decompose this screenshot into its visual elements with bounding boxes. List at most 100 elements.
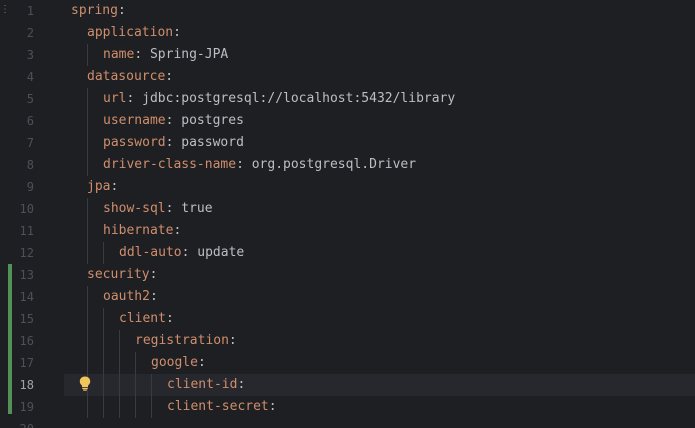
code-line[interactable]: google: bbox=[71, 352, 695, 374]
code-line[interactable]: url: jdbc:postgresql://localhost:5432/li… bbox=[71, 88, 695, 110]
code-line[interactable]: jpa: bbox=[71, 176, 695, 198]
yaml-value: postgres bbox=[181, 113, 244, 128]
code-editor[interactable]: ⋮ 1234567891011121314151617181920 spring… bbox=[0, 0, 695, 428]
indent-guide bbox=[87, 44, 88, 66]
line-number[interactable]: 16 bbox=[0, 330, 34, 352]
indent-guide bbox=[119, 330, 120, 352]
yaml-colon: : bbox=[165, 201, 174, 216]
code-line[interactable]: datasource: bbox=[71, 66, 695, 88]
indent-guide bbox=[135, 352, 136, 374]
indent-guide bbox=[103, 330, 104, 352]
indent-guide bbox=[103, 374, 104, 396]
yaml-colon: : bbox=[165, 311, 174, 326]
yaml-colon: : bbox=[126, 91, 135, 106]
code-line[interactable]: application: bbox=[71, 22, 695, 44]
line-number[interactable]: 12 bbox=[0, 242, 34, 264]
indent-guide bbox=[87, 198, 88, 220]
indent-guide bbox=[119, 352, 120, 374]
yaml-key: ddl-auto bbox=[119, 245, 182, 260]
indent-guide bbox=[119, 396, 120, 418]
line-number[interactable]: 3 bbox=[0, 44, 34, 66]
yaml-key: password bbox=[103, 135, 166, 150]
yaml-value: jdbc:postgresql://localhost:5432/library bbox=[142, 91, 456, 106]
vcs-change-marker[interactable] bbox=[8, 264, 12, 414]
line-number[interactable]: 8 bbox=[0, 154, 34, 176]
code-line[interactable]: password: password bbox=[71, 132, 695, 154]
yaml-colon: : bbox=[173, 223, 182, 238]
indent-guide bbox=[135, 396, 136, 418]
yaml-colon: : bbox=[165, 113, 174, 128]
line-number[interactable]: 14 bbox=[0, 286, 34, 308]
lightbulb-icon[interactable] bbox=[79, 376, 91, 391]
line-number[interactable]: 10 bbox=[0, 198, 34, 220]
indent-guide bbox=[151, 396, 152, 418]
line-number[interactable]: 20 bbox=[0, 418, 34, 428]
code-line[interactable]: name: Spring-JPA bbox=[71, 44, 695, 66]
yaml-key: registration bbox=[135, 333, 229, 348]
line-number[interactable]: 5 bbox=[0, 88, 34, 110]
yaml-key: datasource bbox=[87, 69, 166, 84]
code-line[interactable]: registration: bbox=[71, 330, 695, 352]
line-number[interactable]: 1 bbox=[0, 0, 34, 22]
code-content[interactable]: spring: application: name: Spring-JPA datas… bbox=[71, 0, 695, 428]
editor-gutter[interactable]: ⋮ 1234567891011121314151617181920 bbox=[0, 0, 64, 428]
code-line[interactable]: security: bbox=[71, 264, 695, 286]
code-line[interactable] bbox=[71, 418, 695, 428]
code-line[interactable]: client-id: bbox=[71, 374, 695, 396]
yaml-colon: : bbox=[237, 377, 246, 392]
indent-guide bbox=[119, 374, 120, 396]
yaml-colon: : bbox=[117, 3, 126, 18]
line-number[interactable]: 18 bbox=[0, 374, 34, 396]
indent-guide bbox=[87, 88, 88, 110]
yaml-value: password bbox=[181, 135, 244, 150]
code-line[interactable]: client-secret: bbox=[71, 396, 695, 418]
yaml-colon: : bbox=[236, 157, 244, 172]
indent-guide bbox=[87, 396, 88, 418]
yaml-value: update bbox=[197, 245, 245, 260]
line-number[interactable]: 2 bbox=[0, 22, 34, 44]
yaml-key: hibernate bbox=[103, 223, 174, 238]
line-number[interactable]: 17 bbox=[0, 352, 34, 374]
line-number[interactable]: 9 bbox=[0, 176, 34, 198]
indent-guide bbox=[87, 352, 88, 374]
code-line[interactable]: spring: bbox=[71, 0, 695, 22]
indent-guide bbox=[103, 396, 104, 418]
line-number[interactable]: 7 bbox=[0, 132, 34, 154]
code-line[interactable]: driver-class-name: org.postgresql.Driver bbox=[71, 154, 695, 176]
yaml-colon: : bbox=[165, 135, 174, 150]
indent-guide bbox=[87, 154, 88, 176]
indent-guide bbox=[135, 374, 136, 396]
code-line[interactable]: show-sql: true bbox=[71, 198, 695, 220]
yaml-key: google bbox=[151, 355, 198, 370]
indent-guide bbox=[87, 110, 88, 132]
yaml-colon: : bbox=[134, 47, 143, 62]
line-number[interactable]: 6 bbox=[0, 110, 34, 132]
yaml-colon: : bbox=[181, 245, 190, 260]
code-line[interactable]: username: postgres bbox=[71, 110, 695, 132]
yaml-key: client bbox=[119, 311, 166, 326]
yaml-key: security bbox=[87, 267, 150, 282]
yaml-colon: : bbox=[228, 333, 237, 348]
indent-guide bbox=[103, 308, 104, 330]
indent-guide bbox=[103, 352, 104, 374]
yaml-value: org.postgresql.Driver bbox=[251, 157, 417, 172]
indent-guide bbox=[87, 132, 88, 154]
line-number[interactable]: 15 bbox=[0, 308, 34, 330]
yaml-key: client-id bbox=[167, 377, 238, 392]
indent-guide bbox=[87, 330, 88, 352]
yaml-key: show-sql bbox=[103, 201, 166, 216]
yaml-key: username bbox=[103, 113, 166, 128]
line-numbers: 1234567891011121314151617181920 bbox=[0, 0, 34, 428]
yaml-key: name bbox=[103, 47, 135, 62]
line-number[interactable]: 13 bbox=[0, 264, 34, 286]
line-number[interactable]: 4 bbox=[0, 66, 34, 88]
line-number[interactable]: 19 bbox=[0, 396, 34, 418]
code-line[interactable]: oauth2: bbox=[71, 286, 695, 308]
indent-guide bbox=[87, 220, 88, 242]
line-number[interactable]: 11 bbox=[0, 220, 34, 242]
code-line[interactable]: hibernate: bbox=[71, 220, 695, 242]
indent-guide bbox=[103, 242, 104, 264]
yaml-key: url bbox=[103, 91, 127, 106]
code-line[interactable]: ddl-auto: update bbox=[71, 242, 695, 264]
code-line[interactable]: client: bbox=[71, 308, 695, 330]
